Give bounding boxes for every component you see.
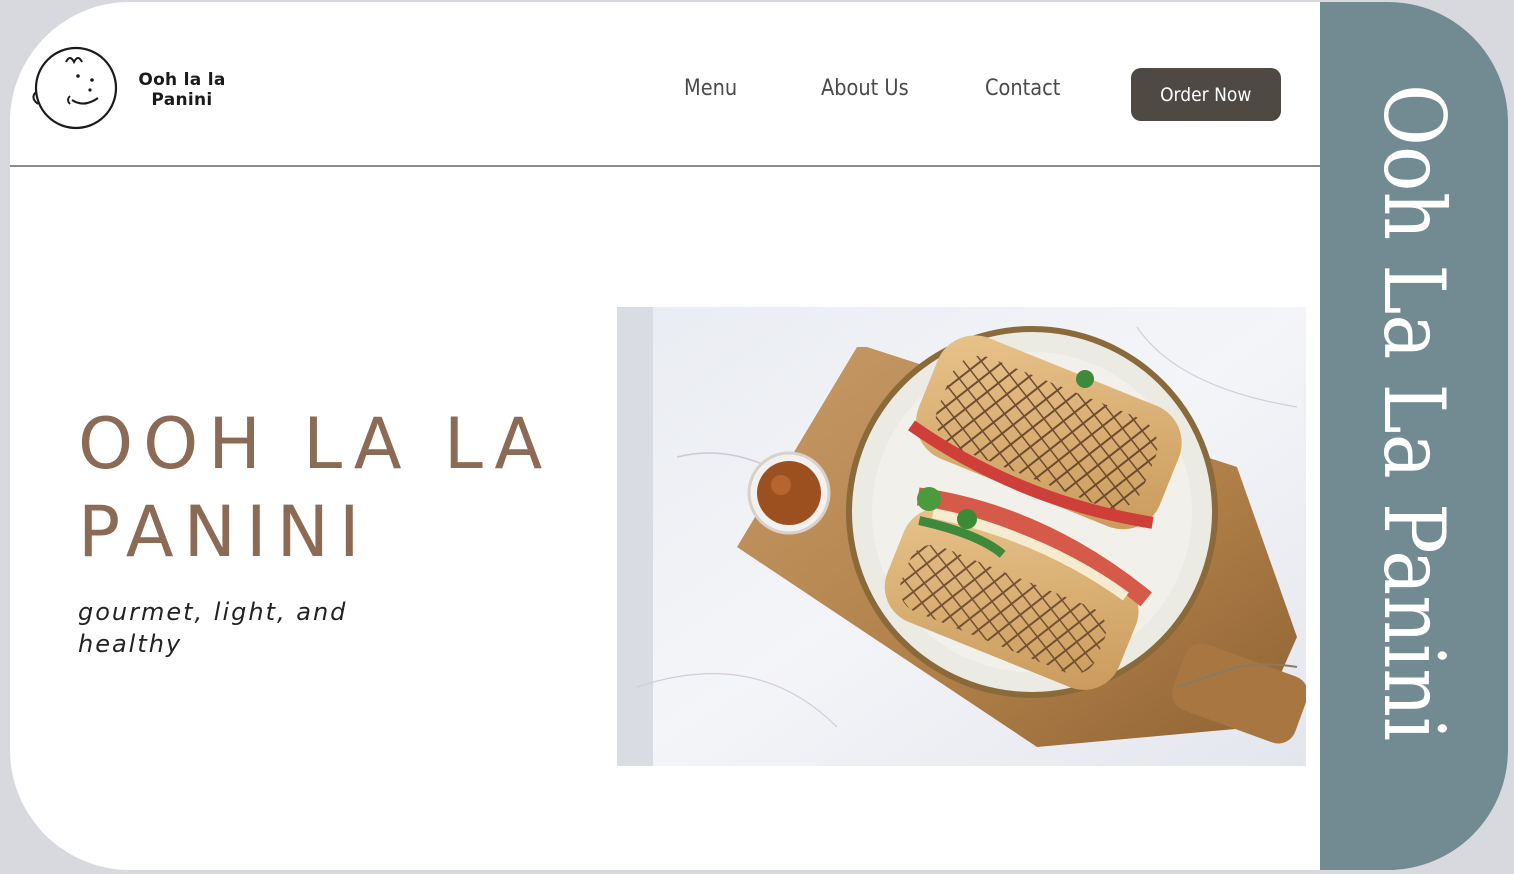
nav-about-us-link[interactable]: About Us [821, 76, 909, 101]
logo-wordmark[interactable]: Ooh la la Panini [132, 70, 232, 110]
hero-title-line1: OOH LA LA [78, 403, 553, 485]
order-now-label: Order Now [1160, 83, 1252, 106]
order-now-button[interactable]: Order Now [1131, 68, 1281, 121]
hero-subtitle: gourmet, light, and healthy [78, 598, 348, 658]
site-header: Ooh la la Panini Menu About Us Contact O… [10, 2, 1320, 167]
side-banner-text-wrap: Ooh La La Panini [1320, 84, 1508, 784]
smiling-face-logo-icon[interactable] [30, 44, 122, 130]
hero-title: OOH LA LA PANINI [78, 400, 558, 576]
nav-menu-link[interactable]: Menu [684, 76, 737, 101]
logo-text-line1: Ooh la la [138, 70, 226, 90]
page-frame: Ooh la la Panini Menu About Us Contact O… [10, 2, 1508, 870]
panini-photo [617, 307, 1306, 766]
hero-title-line2: PANINI [78, 491, 370, 573]
nav-contact-link[interactable]: Contact [985, 76, 1060, 101]
logo-text-line2: Panini [151, 90, 213, 110]
side-banner-text: Ooh La La Panini [1365, 84, 1463, 742]
